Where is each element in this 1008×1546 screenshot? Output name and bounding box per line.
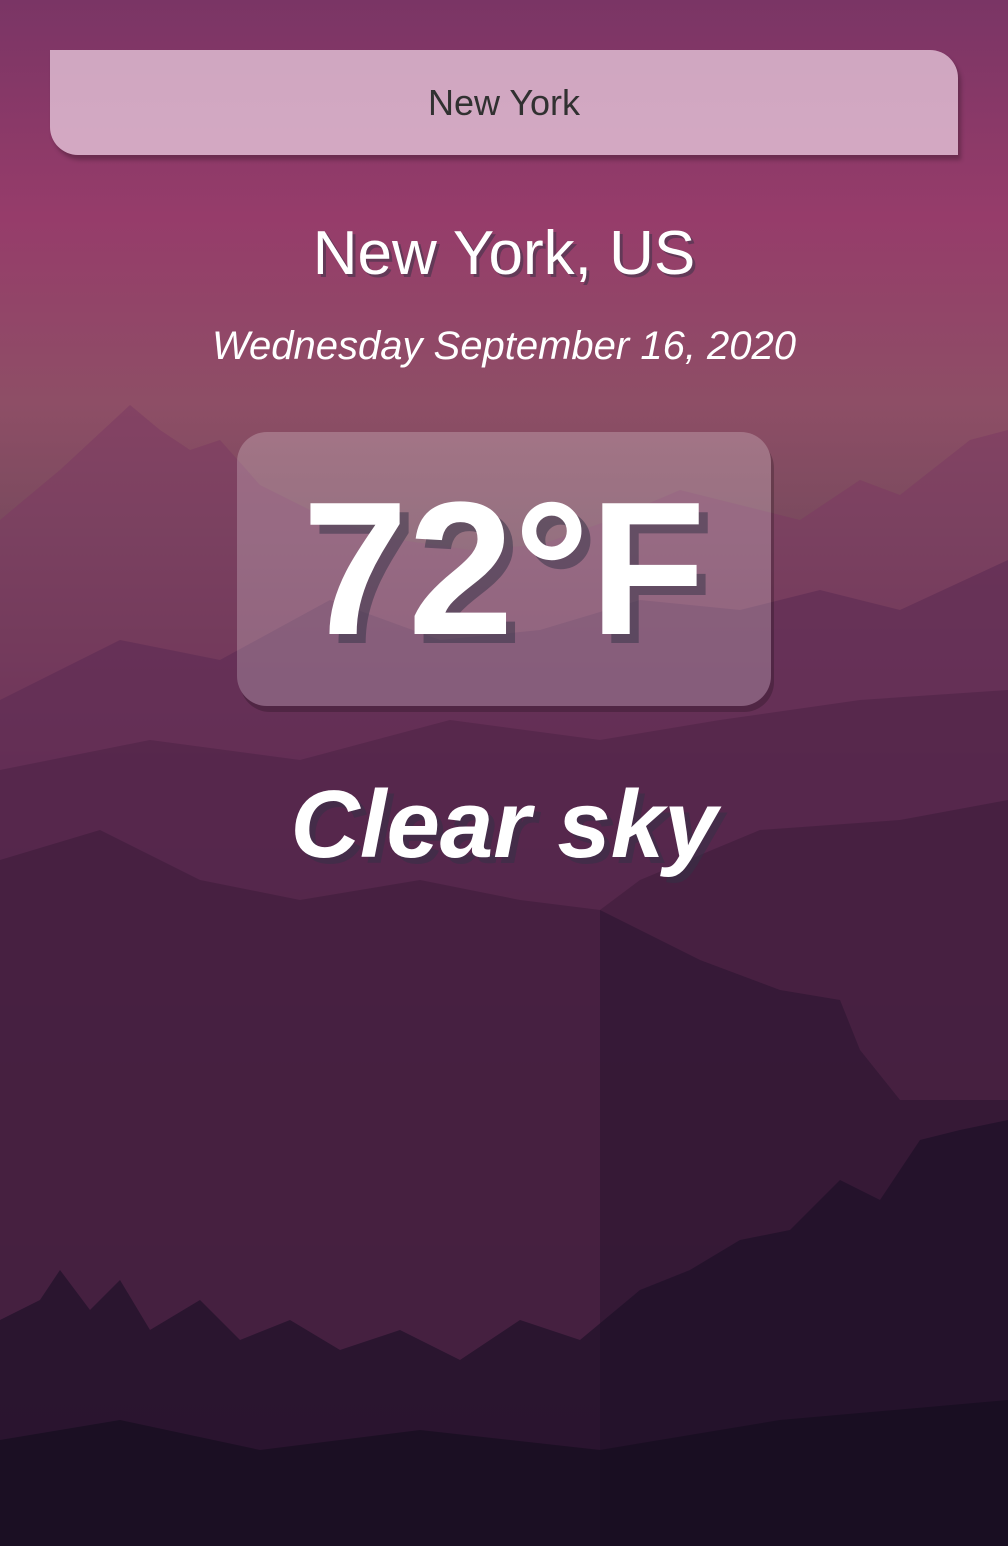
weather-condition: Clear sky (290, 771, 718, 878)
city-search-input[interactable] (50, 50, 958, 155)
temperature-card: 72°F (237, 432, 771, 706)
current-date: Wednesday September 16, 2020 (211, 324, 797, 368)
temperature-value: 72°F (302, 463, 706, 675)
weather-app: New York, US Wednesday September 16, 202… (0, 0, 1008, 1546)
location-title: New York, US (312, 219, 696, 288)
